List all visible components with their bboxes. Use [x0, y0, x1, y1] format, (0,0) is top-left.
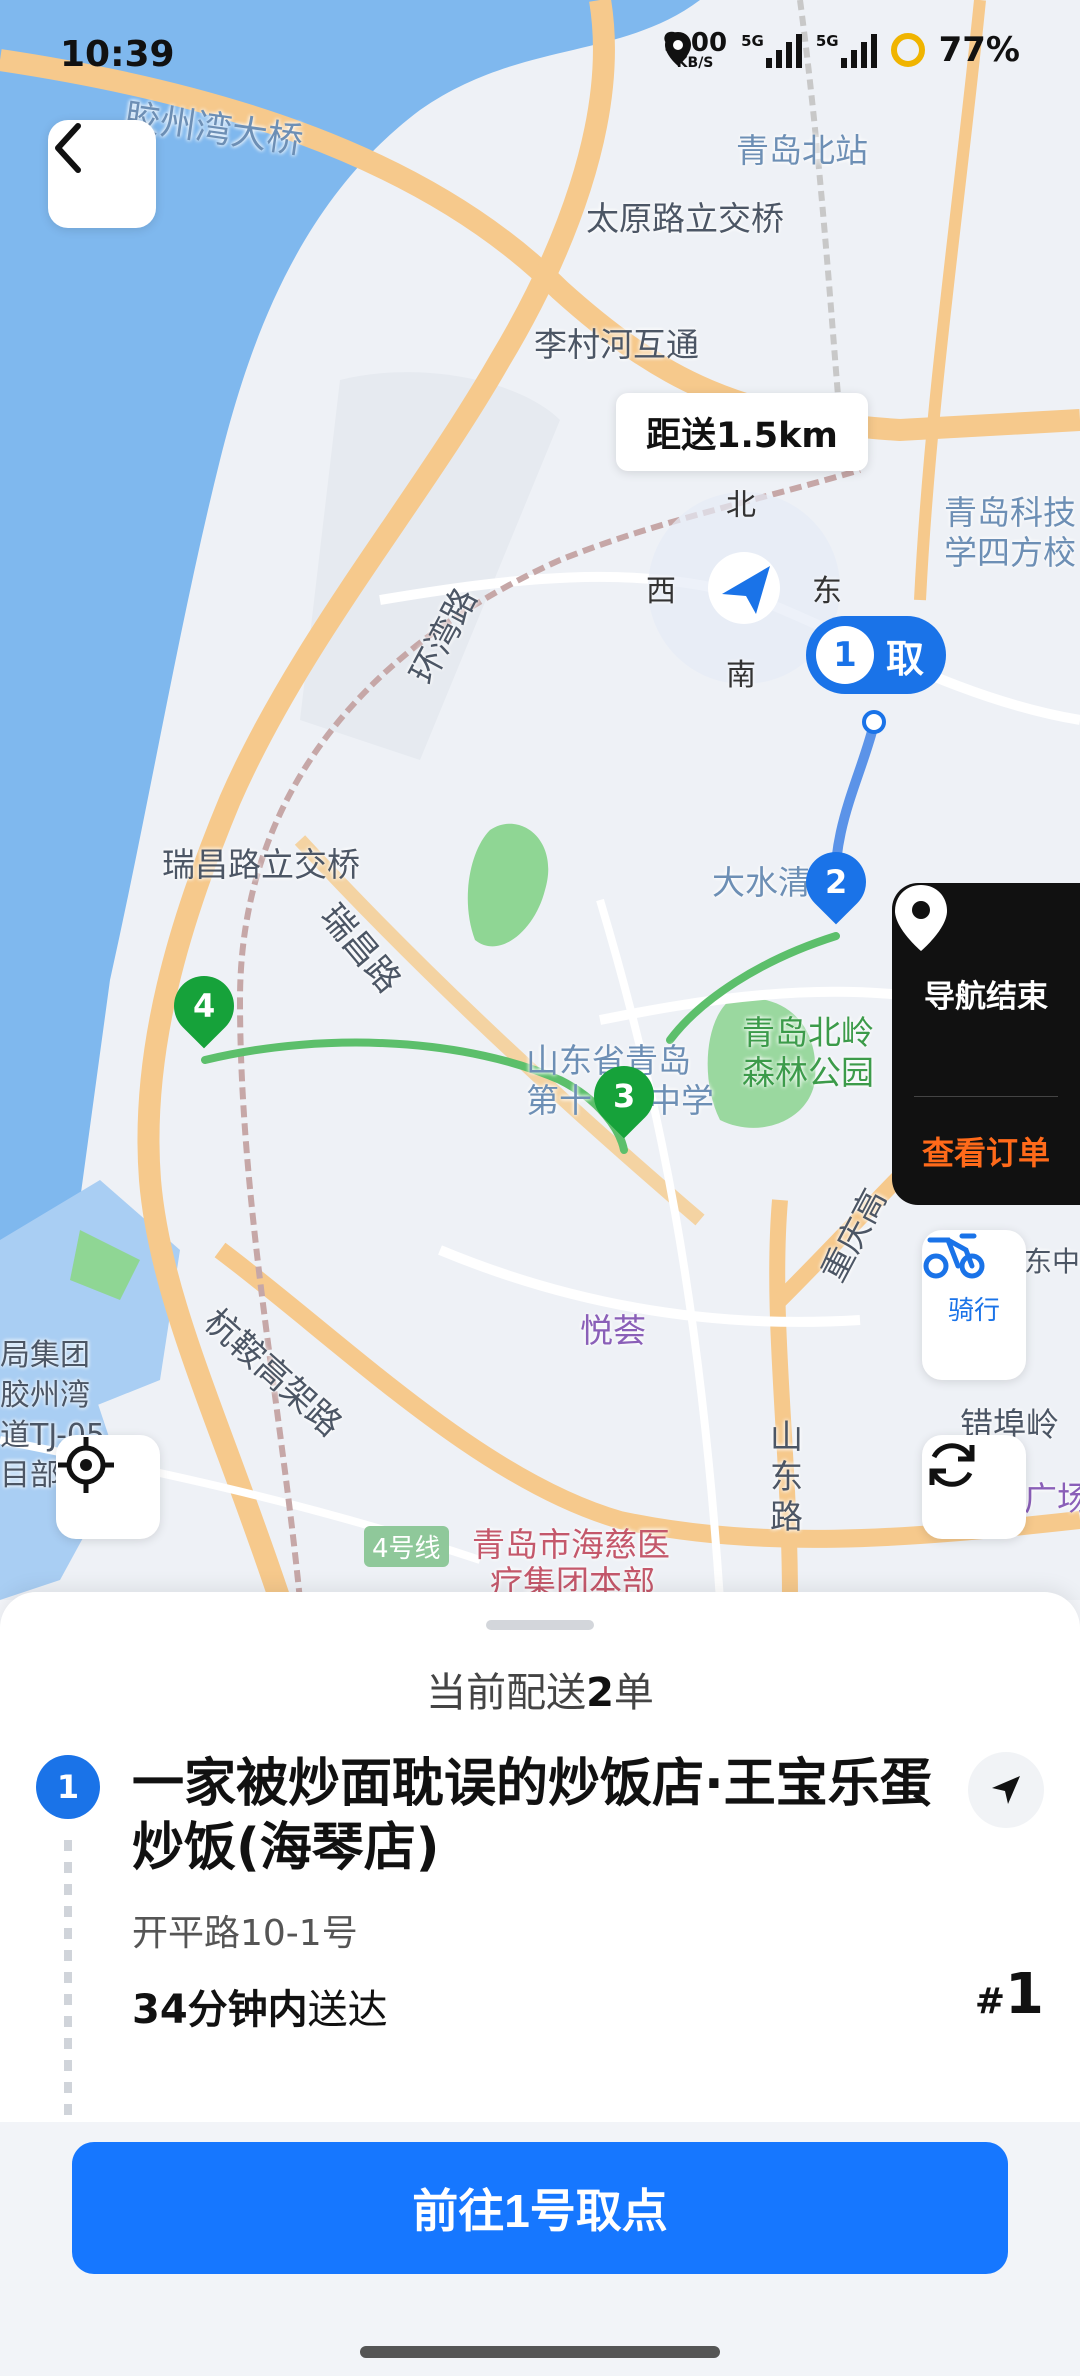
refresh-icon [929, 1443, 975, 1487]
order-index-badge: 1 [36, 1755, 100, 1819]
shop-address: 开平路10-1号 [132, 1913, 358, 1954]
map-label-interchange: 太原路立交桥 [586, 199, 784, 238]
refresh-button[interactable] [922, 1435, 1026, 1539]
map-label-school: 中学 [648, 1081, 714, 1120]
map-label-station: 青岛北站 [736, 131, 868, 170]
map-canvas [0, 0, 1080, 1600]
delivery-sheet: 当前配送2单 1 一家被炒面耽误的炒饭店·王宝乐蛋炒饭(海琴店) 开平路10-1… [0, 1592, 1080, 2122]
delivery-eta-suffix: 送达 [307, 1987, 388, 2033]
location-pin-icon [895, 885, 947, 951]
map-label-area: 东中心 [1024, 1245, 1080, 1278]
ride-mode-label: 骑行 [947, 1295, 1000, 1326]
delivery-count: 当前配送2单 [0, 1660, 1080, 1718]
delivery-count-prefix: 当前配送 [426, 1670, 587, 1716]
map-label-company: 局集团 [0, 1338, 90, 1373]
status-bar: 10:39 9.00 KB/S 5G 5G 77% [0, 0, 1080, 110]
order-number-value: 1 [1005, 1962, 1044, 2027]
navigation-panel: 导航结束 查看订单 [892, 883, 1080, 1205]
order-number-prefix: # [974, 1981, 1006, 2022]
chevron-left-icon [55, 123, 81, 173]
compass-south: 南 [726, 658, 756, 693]
map-label-park: 森林公园 [742, 1053, 874, 1092]
compass-west: 西 [646, 574, 676, 609]
pickup-marker[interactable]: 1 取 [806, 616, 946, 694]
route-marker-number: 3 [612, 1077, 636, 1116]
signal-icon-1: 5G [741, 32, 802, 68]
sheet-drag-handle[interactable] [486, 1620, 594, 1630]
delivery-count-suffix: 单 [613, 1670, 654, 1716]
home-indicator[interactable] [360, 2346, 720, 2358]
map-label-company: 目部 [0, 1458, 60, 1493]
pickup-marker-number: 1 [816, 626, 874, 684]
order-number: #1 [975, 1962, 1044, 2027]
network-type: 5G [815, 32, 839, 50]
map-label-school: 学四方校 [944, 533, 1076, 572]
compass-east: 东 [812, 574, 842, 609]
map-label-mall: 悦荟 [580, 1311, 646, 1350]
map-label-company: 胶州湾 [0, 1378, 90, 1413]
locate-me-button[interactable] [56, 1435, 160, 1539]
navigation-arrow-icon [992, 1776, 1020, 1804]
signal-icon-2: 5G [816, 32, 877, 68]
crosshair-icon [58, 1437, 114, 1493]
status-icons: 9.00 KB/S 5G 5G 77% [663, 30, 1020, 70]
footer: 前往1号取点 [0, 2122, 1080, 2376]
compass-north: 北 [726, 488, 756, 523]
ride-mode-button[interactable]: 骑行 [922, 1230, 1026, 1380]
map-label-area: 大水清 [712, 863, 811, 902]
timeline-dots [64, 1840, 72, 2120]
network-type: 5G [741, 32, 764, 50]
back-button[interactable] [48, 120, 156, 228]
route-marker-number: 2 [824, 863, 848, 902]
metro-line-badge: 4号线 [364, 1526, 449, 1567]
map-label-road: 路 [770, 1497, 803, 1536]
clock: 10:39 [60, 34, 175, 75]
location-icon [664, 32, 691, 66]
delivery-eta-time: 34分钟内 [132, 1987, 308, 2033]
shop-name[interactable]: 一家被炒面耽误的炒饭店·王宝乐蛋炒饭(海琴店) [132, 1752, 932, 1880]
distance-tooltip: 距送1.5km [616, 393, 868, 471]
go-to-pickup-button[interactable]: 前往1号取点 [72, 2142, 1008, 2274]
navigate-button[interactable] [968, 1752, 1044, 1828]
map-label-interchange: 瑞昌路立交桥 [162, 845, 360, 884]
map-label-interchange: 李村河互通 [534, 325, 699, 364]
delivery-eta: 34分钟内送达 [132, 1977, 388, 2035]
battery-icon [890, 33, 925, 67]
battery-level: 77% [938, 30, 1020, 70]
pickup-marker-label: 取 [886, 636, 925, 681]
bike-icon [923, 1233, 985, 1279]
delivery-count-number: 2 [586, 1670, 614, 1716]
map-view[interactable]: 胶州湾大桥 青岛北站 太原路立交桥 李村河互通 青岛科技 学四方校 环湾路 瑞昌… [0, 0, 1080, 1600]
view-order-button[interactable]: 查看订单 [892, 1097, 1080, 1205]
end-navigation-label: 导航结束 [924, 978, 1048, 1015]
route-marker-number: 4 [192, 987, 216, 1026]
map-label-area: 广场 [1024, 1479, 1080, 1518]
end-navigation-button[interactable]: 导航结束 [892, 883, 1080, 1093]
map-label-school: 第十 [526, 1081, 592, 1120]
